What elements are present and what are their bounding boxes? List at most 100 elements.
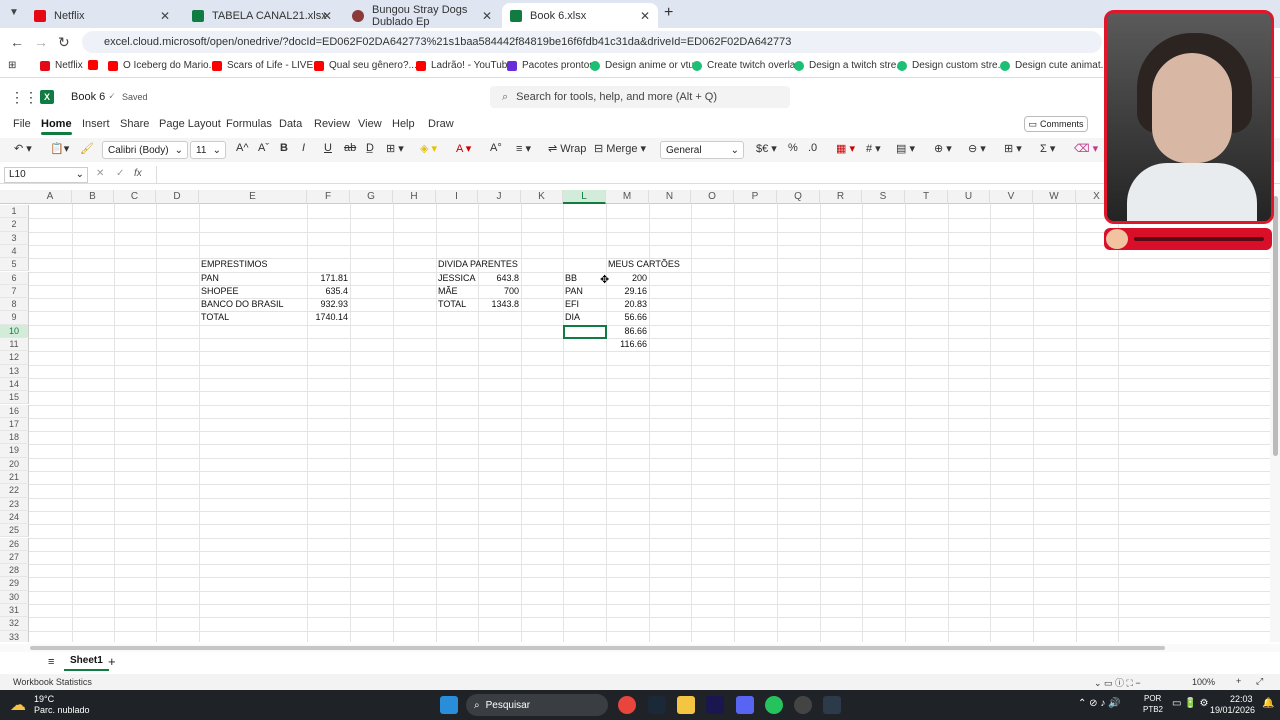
cell-m11[interactable]: 116.66	[606, 338, 647, 351]
bookmark-scars[interactable]: Scars of Life - LIVE...	[212, 60, 321, 71]
underline-icon[interactable]: U	[324, 142, 332, 154]
tab-netflix[interactable]: Netflix ✕	[26, 3, 178, 28]
cell-m6[interactable]: 200	[606, 272, 647, 285]
tab-page-layout[interactable]: Page Layout	[159, 118, 221, 130]
column-header-j[interactable]: J	[478, 190, 521, 204]
tab-book6[interactable]: Book 6.xlsx ✕	[502, 3, 658, 28]
column-header-o[interactable]: O	[691, 190, 734, 204]
bookmark-youtube[interactable]	[88, 60, 103, 70]
paste-icon[interactable]: 📋▾	[50, 142, 69, 155]
tab-formulas[interactable]: Formulas	[226, 118, 272, 130]
tab-view[interactable]: View	[358, 118, 382, 130]
tab-data[interactable]: Data	[279, 118, 302, 130]
row-header-23[interactable]: 23	[0, 497, 29, 511]
cell-f6[interactable]: 171.81	[307, 272, 348, 285]
url-field[interactable]: excel.cloud.microsoft/open/onedrive/?doc…	[82, 31, 1102, 53]
reload-icon[interactable]: ↻	[58, 34, 70, 51]
row-header-13[interactable]: 13	[0, 364, 29, 378]
row-header-12[interactable]: 12	[0, 351, 29, 365]
vertical-scroll-thumb[interactable]	[1273, 196, 1278, 456]
fx-icon[interactable]: fx	[134, 168, 142, 179]
column-header-n[interactable]: N	[649, 190, 691, 204]
workbook-title[interactable]: Book 6	[71, 91, 105, 103]
cancel-icon[interactable]: ✕	[96, 168, 104, 179]
row-header-9[interactable]: 9	[0, 311, 29, 325]
new-tab-button[interactable]: +	[664, 4, 673, 22]
row-header-31[interactable]: 31	[0, 604, 29, 618]
spreadsheet-grid[interactable]: ABCDEFGHIJKLMNOPQRSTUVWX 1 2 3 4 5 6 7 8 9 10 11 12…	[0, 190, 1270, 642]
notification-icon[interactable]: 🔔	[1262, 698, 1274, 709]
steam-icon[interactable]	[648, 696, 666, 714]
active-cell-highlight[interactable]	[563, 324, 607, 339]
row-header-14[interactable]: 14	[0, 377, 29, 392]
decimal-icon[interactable]: .0	[808, 142, 817, 154]
tab-share[interactable]: Share	[120, 118, 149, 130]
clock-time[interactable]: 22:03	[1230, 694, 1253, 704]
lang-1[interactable]: POR	[1144, 694, 1161, 703]
search-input[interactable]: ⌕ Search for tools, help, and more (Alt …	[490, 86, 790, 108]
column-header-b[interactable]: B	[72, 190, 114, 204]
bookmark-pacotes[interactable]: Pacotes prontos	[507, 60, 594, 71]
name-box[interactable]: L10 ⌄	[4, 167, 88, 183]
row-header-3[interactable]: 3	[0, 231, 29, 245]
cell-l6[interactable]: BB	[565, 272, 577, 285]
column-header-e[interactable]: E	[199, 190, 307, 204]
row-header-25[interactable]: 25	[0, 524, 29, 538]
cell-e5[interactable]: EMPRESTIMOS	[201, 258, 268, 271]
row-header-26[interactable]: 26	[0, 537, 29, 551]
network-icons[interactable]: ▭ 🔋 ⚙	[1172, 698, 1208, 709]
row-header-19[interactable]: 19	[0, 444, 29, 458]
after-effects-icon[interactable]	[706, 696, 724, 714]
fill-color-icon[interactable]: ◈ ▾	[420, 142, 437, 155]
tab-insert[interactable]: Insert	[82, 118, 110, 130]
bookmark-design-cute[interactable]: Design cute animat...	[1000, 60, 1109, 71]
cell-i8[interactable]: TOTAL	[438, 298, 466, 311]
autosum-icon[interactable]: Σ ▾	[1040, 142, 1055, 155]
cell-f9[interactable]: 1740.14	[307, 311, 348, 324]
bookmark-ladrao[interactable]: Ladrão! - YouTube	[416, 60, 513, 71]
clock-date[interactable]: 19/01/2026	[1210, 705, 1255, 715]
sheet-tab-sheet1[interactable]: Sheet1	[64, 655, 109, 671]
apps-icon[interactable]: ⊞	[8, 60, 16, 71]
tab-draw[interactable]: Draw	[428, 118, 454, 130]
zoom-level[interactable]: 100%	[1192, 677, 1215, 687]
row-header-2[interactable]: 2	[0, 218, 29, 232]
row-header-22[interactable]: 22	[0, 484, 29, 498]
tab-file[interactable]: File	[13, 118, 31, 130]
cell-i7[interactable]: MÃE	[438, 285, 458, 298]
sheet-list-icon[interactable]: ≡	[48, 656, 54, 668]
comments-button[interactable]: ▭ Comments	[1024, 116, 1088, 132]
clear-icon[interactable]: ⌫ ▾	[1074, 142, 1098, 155]
tab-tabela[interactable]: TABELA CANAL21.xlsx ✕	[184, 3, 340, 28]
cell-f8[interactable]: 932.93	[307, 298, 348, 311]
row-header-28[interactable]: 28	[0, 564, 29, 578]
column-header-q[interactable]: Q	[777, 190, 820, 204]
align-icon[interactable]: ≡ ▾	[516, 142, 531, 155]
tab-list-chevron-icon[interactable]: ▼	[9, 7, 19, 18]
close-tab-icon[interactable]: ✕	[160, 9, 170, 23]
row-header-7[interactable]: 7	[0, 284, 29, 299]
conditional-format-icon[interactable]: ▦ ▾	[836, 142, 855, 155]
chrome-icon[interactable]	[618, 696, 636, 714]
column-header-s[interactable]: S	[862, 190, 905, 204]
cell-m8[interactable]: 20.83	[606, 298, 647, 311]
column-header-f[interactable]: F	[307, 190, 350, 204]
bookmark-netflix[interactable]: Netflix	[40, 60, 83, 71]
cell-m7[interactable]: 29.16	[606, 285, 647, 298]
row-header-20[interactable]: 20	[0, 457, 29, 471]
tab-bungou[interactable]: Bungou Stray Dogs Dublado Ep ✕	[344, 3, 500, 28]
increase-font-icon[interactable]: A^	[236, 142, 249, 154]
close-tab-icon[interactable]: ✕	[322, 9, 332, 23]
font-size-select[interactable]: 11 ⌄	[190, 141, 226, 159]
bold-icon[interactable]: B	[280, 142, 288, 154]
decrease-font-icon[interactable]: Aˇ	[258, 142, 269, 154]
folder-icon[interactable]	[677, 696, 695, 714]
android-icon[interactable]	[765, 696, 783, 714]
row-header-29[interactable]: 29	[0, 577, 29, 591]
column-header-t[interactable]: T	[905, 190, 948, 204]
subscript-icon[interactable]: D̲	[366, 142, 374, 154]
format-painter-icon[interactable]: 🖌	[80, 142, 94, 155]
close-tab-icon[interactable]: ✕	[482, 9, 492, 23]
row-header-30[interactable]: 30	[0, 590, 29, 604]
zoom-in-icon[interactable]: +	[1236, 676, 1241, 686]
